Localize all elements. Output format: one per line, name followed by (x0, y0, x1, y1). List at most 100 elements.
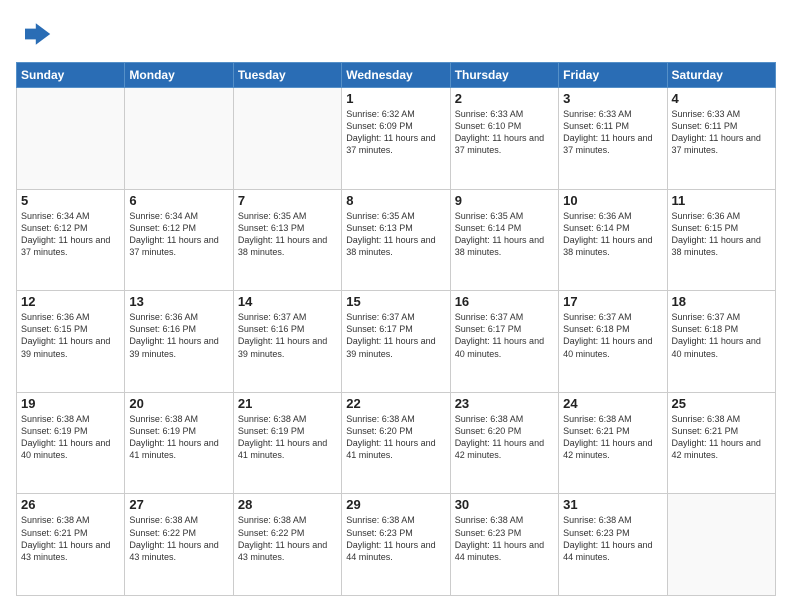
day-info: Sunrise: 6:38 AM Sunset: 6:19 PM Dayligh… (129, 413, 228, 462)
day-info: Sunrise: 6:36 AM Sunset: 6:15 PM Dayligh… (21, 311, 120, 360)
page: SundayMondayTuesdayWednesdayThursdayFrid… (0, 0, 792, 612)
day-number: 22 (346, 396, 445, 411)
calendar-cell: 12 Sunrise: 6:36 AM Sunset: 6:15 PM Dayli… (17, 291, 125, 393)
day-info: Sunrise: 6:38 AM Sunset: 6:20 PM Dayligh… (455, 413, 554, 462)
day-number: 13 (129, 294, 228, 309)
day-info: Sunrise: 6:38 AM Sunset: 6:22 PM Dayligh… (238, 514, 337, 563)
logo-icon (16, 16, 52, 52)
calendar-cell: 28 Sunrise: 6:38 AM Sunset: 6:22 PM Dayli… (233, 494, 341, 596)
calendar-day-header: Friday (559, 63, 667, 88)
calendar-cell: 8 Sunrise: 6:35 AM Sunset: 6:13 PM Daylig… (342, 189, 450, 291)
calendar-cell: 30Sunrise: 6:38 AM Sunset: 6:23 PM Dayli… (450, 494, 558, 596)
calendar-cell (17, 88, 125, 190)
calendar-week-row: 26 Sunrise: 6:38 AM Sunset: 6:21 PM Dayli… (17, 494, 776, 596)
day-info: Sunrise: 6:38 AM Sunset: 6:23 PM Dayligh… (346, 514, 445, 563)
day-number: 14 (238, 294, 337, 309)
day-info: Sunrise: 6:38 AM Sunset: 6:19 PM Dayligh… (238, 413, 337, 462)
calendar-cell: 7Sunrise: 6:35 AM Sunset: 6:13 PM Daylig… (233, 189, 341, 291)
day-info: Sunrise: 6:38 AM Sunset: 6:23 PM Dayligh… (455, 514, 554, 563)
day-number: 21 (238, 396, 337, 411)
calendar-cell: 11 Sunrise: 6:36 AM Sunset: 6:15 PM Dayli… (667, 189, 775, 291)
calendar-cell: 18 Sunrise: 6:37 AM Sunset: 6:18 PM Dayli… (667, 291, 775, 393)
day-info: Sunrise: 6:35 AM Sunset: 6:13 PM Dayligh… (346, 210, 445, 259)
calendar-cell: 4 Sunrise: 6:33 AM Sunset: 6:11 PM Daylig… (667, 88, 775, 190)
calendar-cell: 22 Sunrise: 6:38 AM Sunset: 6:20 PM Dayli… (342, 392, 450, 494)
day-number: 10 (563, 193, 662, 208)
day-info: Sunrise: 6:34 AM Sunset: 6:12 PM Dayligh… (129, 210, 228, 259)
calendar-cell: 26 Sunrise: 6:38 AM Sunset: 6:21 PM Dayli… (17, 494, 125, 596)
calendar-cell: 3 Sunrise: 6:33 AM Sunset: 6:11 PM Daylig… (559, 88, 667, 190)
day-number: 9 (455, 193, 554, 208)
day-number: 31 (563, 497, 662, 512)
day-number: 5 (21, 193, 120, 208)
calendar-cell: 16 Sunrise: 6:37 AM Sunset: 6:17 PM Dayli… (450, 291, 558, 393)
day-info: Sunrise: 6:38 AM Sunset: 6:21 PM Dayligh… (21, 514, 120, 563)
calendar-cell: 5 Sunrise: 6:34 AM Sunset: 6:12 PM Daylig… (17, 189, 125, 291)
calendar-cell: 27 Sunrise: 6:38 AM Sunset: 6:22 PM Dayli… (125, 494, 233, 596)
day-info: Sunrise: 6:36 AM Sunset: 6:15 PM Dayligh… (672, 210, 771, 259)
day-number: 11 (672, 193, 771, 208)
day-info: Sunrise: 6:36 AM Sunset: 6:16 PM Dayligh… (129, 311, 228, 360)
day-number: 28 (238, 497, 337, 512)
calendar-week-row: 1 Sunrise: 6:32 AM Sunset: 6:09 PM Daylig… (17, 88, 776, 190)
calendar-header-row: SundayMondayTuesdayWednesdayThursdayFrid… (17, 63, 776, 88)
calendar-cell: 21 Sunrise: 6:38 AM Sunset: 6:19 PM Dayli… (233, 392, 341, 494)
day-number: 23 (455, 396, 554, 411)
calendar-cell: 10 Sunrise: 6:36 AM Sunset: 6:14 PM Dayli… (559, 189, 667, 291)
logo (16, 16, 56, 52)
calendar-week-row: 5 Sunrise: 6:34 AM Sunset: 6:12 PM Daylig… (17, 189, 776, 291)
day-number: 2 (455, 91, 554, 106)
day-number: 17 (563, 294, 662, 309)
day-number: 19 (21, 396, 120, 411)
day-number: 20 (129, 396, 228, 411)
calendar-cell: 23 Sunrise: 6:38 AM Sunset: 6:20 PM Dayli… (450, 392, 558, 494)
day-number: 4 (672, 91, 771, 106)
calendar-cell: 9 Sunrise: 6:35 AM Sunset: 6:14 PM Daylig… (450, 189, 558, 291)
day-info: Sunrise: 6:38 AM Sunset: 6:20 PM Dayligh… (346, 413, 445, 462)
calendar-day-header: Monday (125, 63, 233, 88)
day-info: Sunrise: 6:38 AM Sunset: 6:21 PM Dayligh… (672, 413, 771, 462)
day-info: Sunrise: 6:37 AM Sunset: 6:18 PM Dayligh… (563, 311, 662, 360)
day-number: 16 (455, 294, 554, 309)
calendar-cell: 13 Sunrise: 6:36 AM Sunset: 6:16 PM Dayli… (125, 291, 233, 393)
day-info: Sunrise: 6:32 AM Sunset: 6:09 PM Dayligh… (346, 108, 445, 157)
day-number: 24 (563, 396, 662, 411)
calendar-cell: 6 Sunrise: 6:34 AM Sunset: 6:12 PM Daylig… (125, 189, 233, 291)
calendar-table: SundayMondayTuesdayWednesdayThursdayFrid… (16, 62, 776, 596)
day-number: 18 (672, 294, 771, 309)
day-number: 3 (563, 91, 662, 106)
day-info: Sunrise: 6:38 AM Sunset: 6:19 PM Dayligh… (21, 413, 120, 462)
day-info: Sunrise: 6:33 AM Sunset: 6:11 PM Dayligh… (672, 108, 771, 157)
day-number: 1 (346, 91, 445, 106)
day-number: 8 (346, 193, 445, 208)
calendar-cell: 29 Sunrise: 6:38 AM Sunset: 6:23 PM Dayli… (342, 494, 450, 596)
day-info: Sunrise: 6:38 AM Sunset: 6:21 PM Dayligh… (563, 413, 662, 462)
calendar-cell: 31Sunrise: 6:38 AM Sunset: 6:23 PM Dayli… (559, 494, 667, 596)
day-number: 26 (21, 497, 120, 512)
header (16, 16, 776, 52)
day-info: Sunrise: 6:38 AM Sunset: 6:22 PM Dayligh… (129, 514, 228, 563)
calendar-cell (125, 88, 233, 190)
calendar-cell: 14Sunrise: 6:37 AM Sunset: 6:16 PM Dayli… (233, 291, 341, 393)
calendar-cell: 19 Sunrise: 6:38 AM Sunset: 6:19 PM Dayli… (17, 392, 125, 494)
day-info: Sunrise: 6:34 AM Sunset: 6:12 PM Dayligh… (21, 210, 120, 259)
day-number: 12 (21, 294, 120, 309)
day-number: 27 (129, 497, 228, 512)
day-info: Sunrise: 6:33 AM Sunset: 6:11 PM Dayligh… (563, 108, 662, 157)
day-info: Sunrise: 6:37 AM Sunset: 6:18 PM Dayligh… (672, 311, 771, 360)
calendar-day-header: Tuesday (233, 63, 341, 88)
calendar-cell: 24 Sunrise: 6:38 AM Sunset: 6:21 PM Dayli… (559, 392, 667, 494)
day-info: Sunrise: 6:35 AM Sunset: 6:14 PM Dayligh… (455, 210, 554, 259)
calendar-week-row: 19 Sunrise: 6:38 AM Sunset: 6:19 PM Dayli… (17, 392, 776, 494)
day-info: Sunrise: 6:37 AM Sunset: 6:17 PM Dayligh… (346, 311, 445, 360)
day-info: Sunrise: 6:37 AM Sunset: 6:17 PM Dayligh… (455, 311, 554, 360)
calendar-cell: 20 Sunrise: 6:38 AM Sunset: 6:19 PM Dayli… (125, 392, 233, 494)
calendar-day-header: Wednesday (342, 63, 450, 88)
day-number: 29 (346, 497, 445, 512)
day-info: Sunrise: 6:36 AM Sunset: 6:14 PM Dayligh… (563, 210, 662, 259)
day-number: 6 (129, 193, 228, 208)
calendar-cell (233, 88, 341, 190)
calendar-day-header: Sunday (17, 63, 125, 88)
calendar-cell: 17 Sunrise: 6:37 AM Sunset: 6:18 PM Dayli… (559, 291, 667, 393)
day-info: Sunrise: 6:33 AM Sunset: 6:10 PM Dayligh… (455, 108, 554, 157)
